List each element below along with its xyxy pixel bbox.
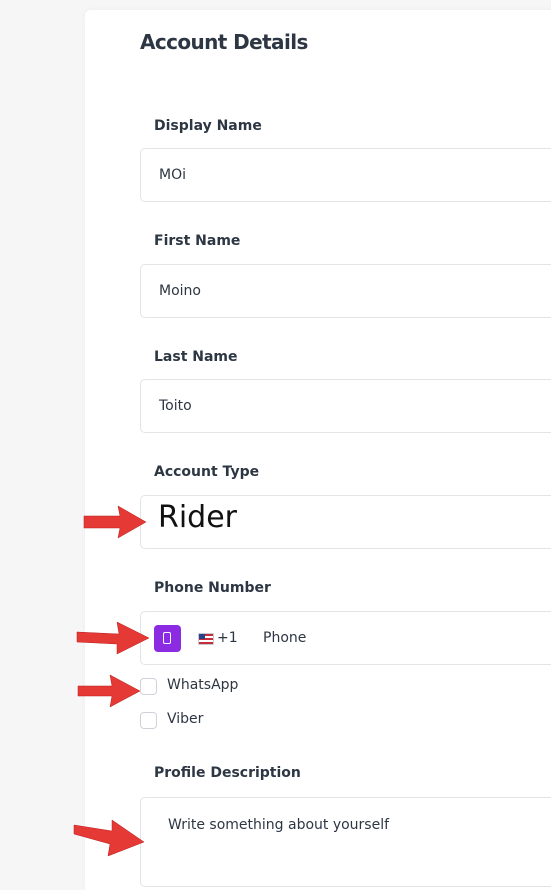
phone-input-placeholder[interactable]: Phone [263,630,306,646]
viber-label: Viber [167,711,204,727]
phone-number-field[interactable]: +1 Phone [140,611,551,665]
annotation-arrow-icon [77,674,141,708]
annotation-arrow-icon [73,819,145,857]
account-type-input[interactable]: Rider [140,495,551,549]
annotation-arrow-icon [83,505,147,539]
account-type-value: Rider [158,500,238,535]
viber-checkbox[interactable] [140,712,157,729]
first-name-value: Moino [159,283,201,299]
profile-description-label: Profile Description [154,765,301,781]
whatsapp-label: WhatsApp [167,677,239,693]
profile-description-placeholder: Write something about yourself [168,817,390,833]
last-name-value: Toito [159,398,192,414]
last-name-input[interactable]: Toito [140,379,551,433]
page-title: Account Details [140,30,308,54]
first-name-label: First Name [154,233,241,249]
country-code[interactable]: +1 [217,630,238,646]
display-name-label: Display Name [154,118,262,134]
display-name-value: MOi [159,167,186,183]
annotation-arrow-icon [76,621,150,655]
account-details-card [85,10,551,890]
phone-number-label: Phone Number [154,580,271,596]
last-name-label: Last Name [154,349,238,365]
profile-description-textarea[interactable]: Write something about yourself [140,797,551,887]
account-type-label: Account Type [154,464,260,480]
mobile-phone-icon[interactable] [154,625,181,652]
display-name-input[interactable]: MOi [140,148,551,202]
us-flag-icon[interactable] [198,633,214,645]
first-name-input[interactable]: Moino [140,264,551,318]
